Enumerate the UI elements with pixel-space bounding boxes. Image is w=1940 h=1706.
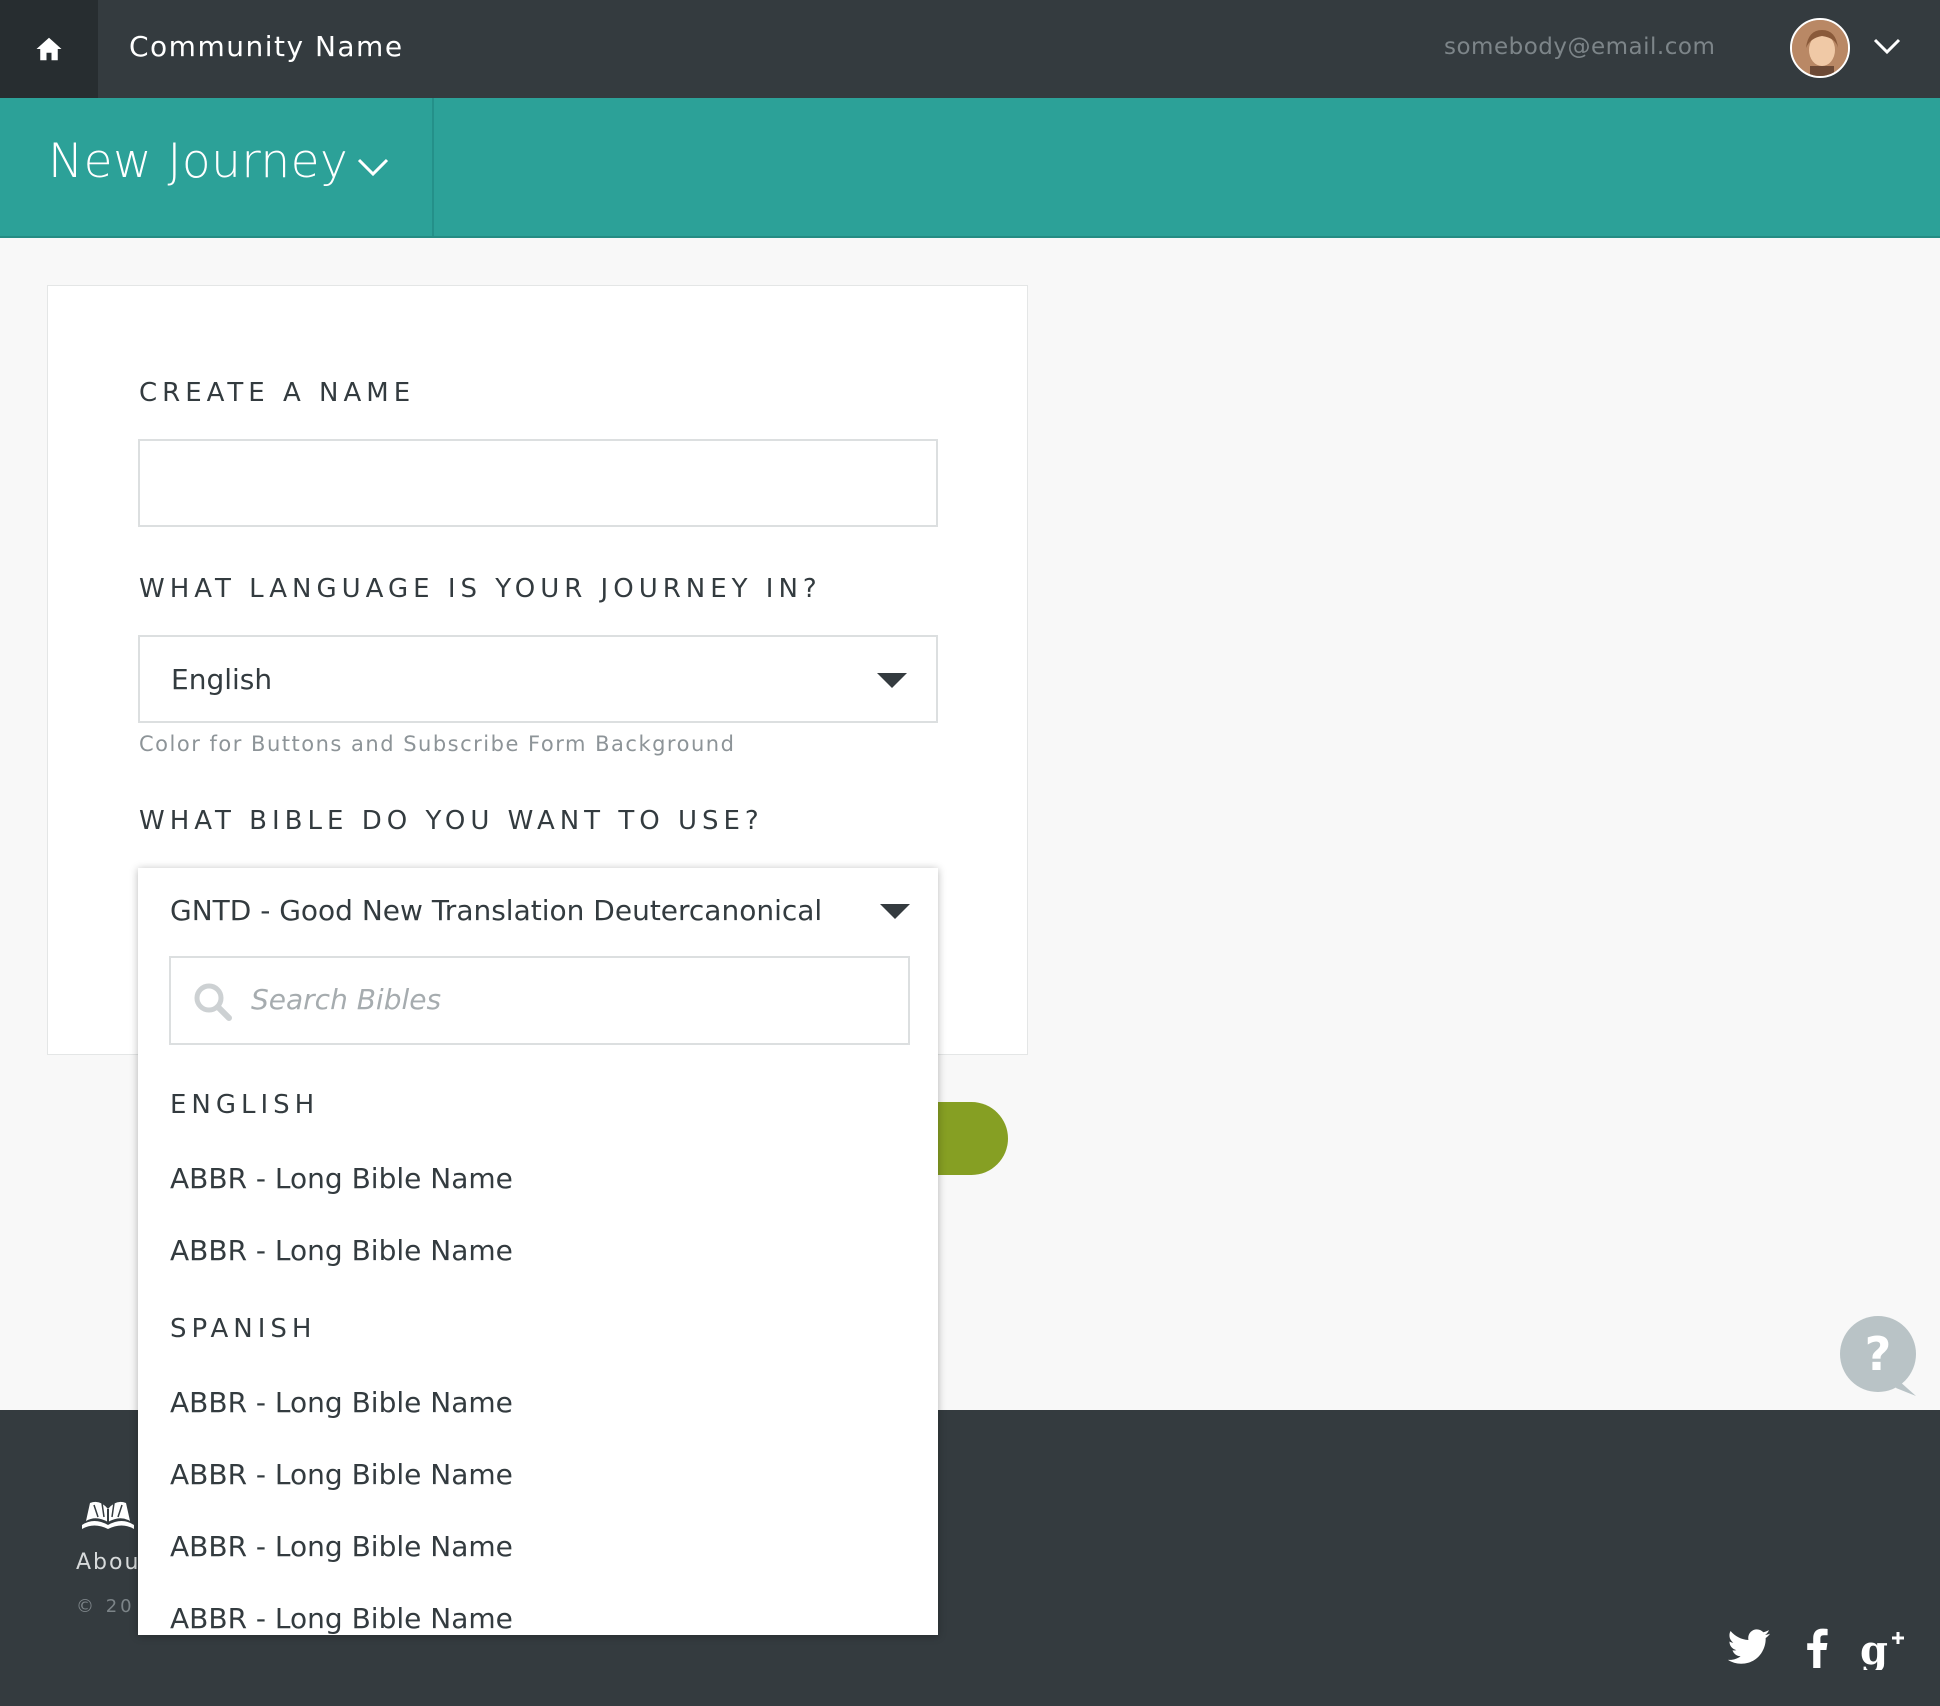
page-title[interactable]: New Journey <box>48 134 348 189</box>
bible-select-value[interactable]: GNTD - Good New Translation Deutercanoni… <box>170 894 822 927</box>
footer-copyright: © 20 <box>76 1596 135 1617</box>
home-button[interactable] <box>0 0 98 98</box>
avatar-image <box>1792 20 1848 76</box>
bible-option[interactable]: ABBR - Long Bible Name <box>170 1602 513 1635</box>
user-email: somebody@email.com <box>1444 34 1716 60</box>
bible-option[interactable]: ABBR - Long Bible Name <box>170 1530 513 1563</box>
language-label: WHAT LANGUAGE IS YOUR JOURNEY IN? <box>139 574 822 604</box>
language-select-value: English <box>171 663 273 696</box>
search-icon <box>194 983 232 1021</box>
footer-about-link[interactable]: Abou <box>76 1550 140 1575</box>
caret-down-icon[interactable] <box>880 904 910 919</box>
bible-option[interactable]: ABBR - Long Bible Name <box>170 1162 513 1195</box>
help-icon[interactable]: ? <box>1840 1316 1920 1398</box>
bible-label: WHAT BIBLE DO YOU WANT TO USE? <box>139 806 764 836</box>
name-input[interactable] <box>138 439 938 527</box>
search-placeholder: Search Bibles <box>251 983 442 1016</box>
svg-text:g: g <box>1860 1628 1888 1670</box>
header-bottom-border <box>0 236 1940 238</box>
google-plus-icon[interactable]: g <box>1860 1628 1906 1670</box>
bible-dropdown[interactable]: GNTD - Good New Translation Deutercanoni… <box>138 868 938 1635</box>
name-label: CREATE A NAME <box>139 378 416 408</box>
group-label-english: ENGLISH <box>170 1090 320 1120</box>
journey-header: New Journey <box>0 98 1940 238</box>
header-divider <box>432 98 434 238</box>
language-hint: Color for Buttons and Subscribe Form Bac… <box>139 732 736 756</box>
bible-option[interactable]: ABBR - Long Bible Name <box>170 1458 513 1491</box>
svg-text:?: ? <box>1865 1327 1892 1381</box>
chevron-down-icon[interactable] <box>1872 36 1902 56</box>
bible-option[interactable]: ABBR - Long Bible Name <box>170 1234 513 1267</box>
caret-down-icon <box>877 673 907 688</box>
home-icon <box>36 37 62 61</box>
bible-option[interactable]: ABBR - Long Bible Name <box>170 1386 513 1419</box>
chevron-down-icon[interactable] <box>356 156 390 178</box>
facebook-icon[interactable] <box>1806 1628 1828 1668</box>
avatar[interactable] <box>1790 18 1850 78</box>
twitter-icon[interactable] <box>1726 1628 1772 1668</box>
community-name[interactable]: Community Name <box>129 30 404 63</box>
language-select[interactable]: English <box>138 635 938 723</box>
top-bar: Community Name somebody@email.com <box>0 0 1940 98</box>
book-logo-icon <box>82 1501 134 1529</box>
bible-search-input[interactable]: Search Bibles <box>169 956 910 1045</box>
group-label-spanish: SPANISH <box>170 1314 317 1344</box>
